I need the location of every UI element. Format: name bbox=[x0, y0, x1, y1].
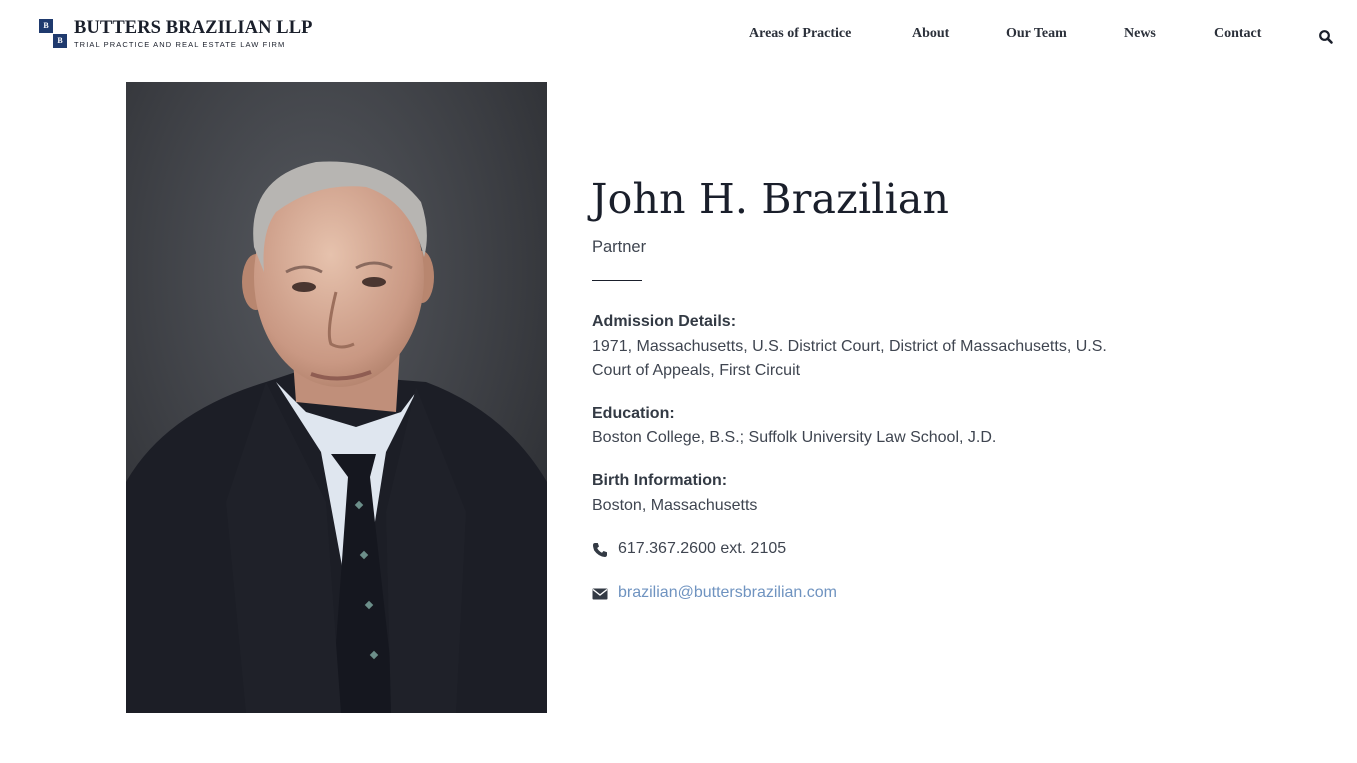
phone-number[interactable]: 617.367.2600 ext. 2105 bbox=[618, 540, 786, 558]
divider bbox=[592, 280, 642, 281]
attorney-name: John H. Brazilian bbox=[591, 175, 950, 223]
email-link[interactable]: brazilian@buttersbrazilian.com bbox=[618, 584, 837, 602]
nav-item-contact[interactable]: Contact bbox=[1214, 26, 1261, 42]
nav-item-our-team[interactable]: Our Team bbox=[1006, 26, 1067, 42]
education-value: Boston College, B.S.; Suffolk University… bbox=[592, 429, 997, 446]
birth-information-value: Boston, Massachusetts bbox=[592, 497, 758, 514]
attorney-role: Partner bbox=[592, 238, 647, 256]
search-icon[interactable] bbox=[1318, 29, 1334, 45]
site-header: B B BUTTERS BRAZILIAN LLP TRIAL PRACTICE… bbox=[0, 0, 1357, 70]
birth-information-label: Birth Information: bbox=[592, 472, 728, 489]
main-nav: Areas of Practice About Our Team News Co… bbox=[0, 26, 1357, 46]
envelope-icon bbox=[592, 586, 608, 602]
admission-details-label: Admission Details: bbox=[592, 313, 737, 330]
nav-item-news[interactable]: News bbox=[1124, 26, 1156, 42]
education-label: Education: bbox=[592, 405, 675, 422]
attorney-portrait bbox=[126, 82, 547, 713]
nav-item-areas-of-practice[interactable]: Areas of Practice bbox=[749, 26, 851, 42]
phone-icon bbox=[592, 542, 608, 558]
nav-item-about[interactable]: About bbox=[912, 26, 949, 42]
admission-details-value: 1971, Massachusetts, U.S. District Court… bbox=[592, 338, 1107, 379]
